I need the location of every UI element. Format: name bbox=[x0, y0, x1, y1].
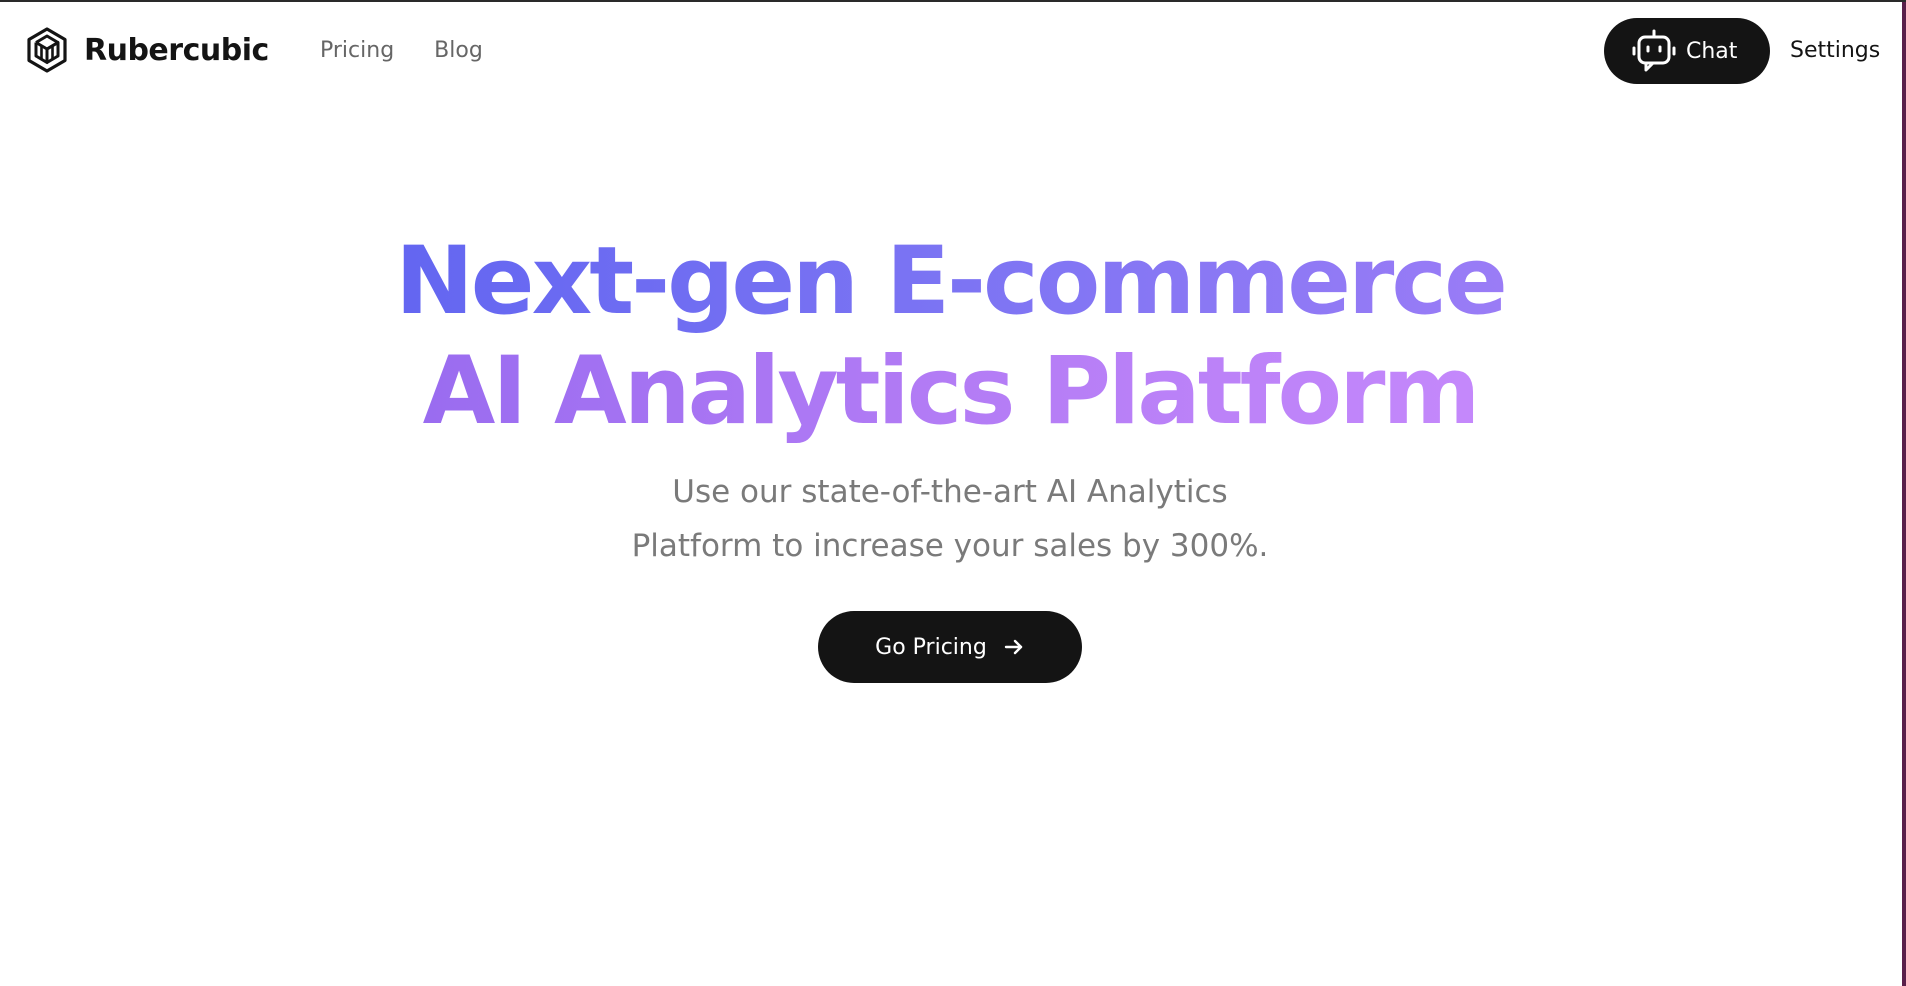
chat-button-label: Chat bbox=[1686, 38, 1738, 64]
hero-section: Next-gen E-commerce AI Analytics Platfor… bbox=[0, 227, 1900, 683]
hero-subtitle-line-2: Platform to increase your sales by 300%. bbox=[631, 528, 1269, 564]
site-header: Rubercubic Pricing Blog Chat Settings bbox=[0, 2, 1900, 98]
go-pricing-button[interactable]: Go Pricing bbox=[818, 611, 1082, 683]
settings-link[interactable]: Settings bbox=[1790, 26, 1880, 74]
hero-subtitle: Use our state-of-the-art AI Analytics Pl… bbox=[600, 465, 1300, 573]
hero-subtitle-line-1: Use our state-of-the-art AI Analytics bbox=[672, 474, 1228, 510]
brand-home-link[interactable]: Rubercubic bbox=[24, 26, 269, 74]
arrow-right-icon bbox=[1003, 636, 1025, 658]
brand-name: Rubercubic bbox=[84, 32, 269, 68]
nav-link-pricing[interactable]: Pricing bbox=[320, 38, 394, 63]
nav-link-blog[interactable]: Blog bbox=[434, 38, 483, 63]
page: Rubercubic Pricing Blog Chat Settings Ne… bbox=[0, 0, 1906, 986]
cube-logo-icon bbox=[24, 27, 70, 73]
hero-title: Next-gen E-commerce AI Analytics Platfor… bbox=[0, 227, 1900, 447]
robot-icon bbox=[1630, 27, 1678, 75]
window-edge bbox=[1902, 2, 1906, 986]
hero-title-line-1: Next-gen E-commerce bbox=[395, 227, 1508, 336]
main-nav: Pricing Blog bbox=[320, 26, 483, 74]
hero-title-line-2: AI Analytics Platform bbox=[422, 337, 1481, 446]
go-pricing-button-label: Go Pricing bbox=[875, 634, 987, 660]
chat-button[interactable]: Chat bbox=[1604, 18, 1770, 84]
